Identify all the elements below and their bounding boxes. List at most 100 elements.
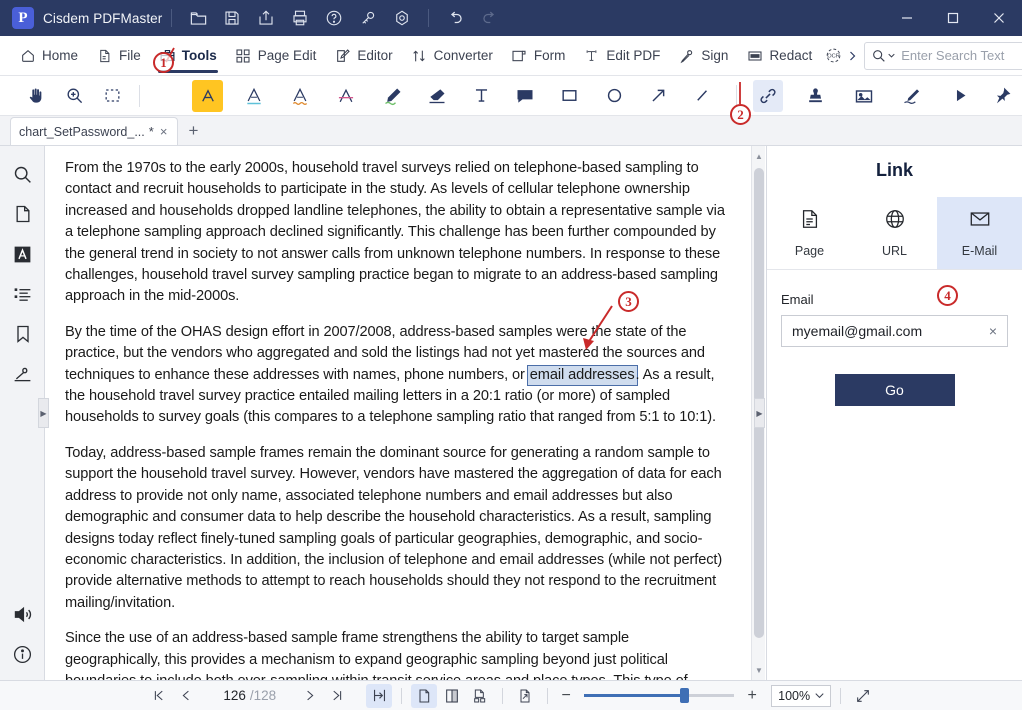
note-comment-tool[interactable] bbox=[510, 80, 540, 112]
signature-tool[interactable] bbox=[897, 80, 927, 112]
hand-tool[interactable] bbox=[21, 80, 51, 112]
search-dropdown-icon[interactable] bbox=[871, 48, 895, 64]
zoom-in-button[interactable]: + bbox=[743, 687, 761, 705]
pin-tool[interactable] bbox=[988, 80, 1018, 112]
ellipse-tool[interactable] bbox=[599, 80, 629, 112]
select-area-tool[interactable] bbox=[97, 80, 127, 112]
document-viewer[interactable]: From the 1970s to the early 2000s, house… bbox=[45, 146, 765, 680]
menu-item-redact[interactable]: Redact bbox=[737, 36, 821, 76]
go-button[interactable]: Go bbox=[834, 374, 955, 406]
link-type-page[interactable]: Page bbox=[767, 197, 852, 269]
menu-item-form[interactable]: Form bbox=[502, 36, 575, 76]
settings-icon[interactable] bbox=[387, 3, 417, 33]
scroll-down-icon[interactable]: ▼ bbox=[752, 662, 766, 678]
continuous-scroll-button[interactable] bbox=[467, 684, 493, 708]
link-type-label: Page bbox=[794, 244, 825, 258]
thumbnails-panel-icon[interactable] bbox=[0, 194, 45, 234]
next-page-button[interactable] bbox=[296, 684, 322, 708]
minimize-button[interactable] bbox=[884, 0, 930, 36]
link-type-label: E-Mail bbox=[961, 244, 998, 258]
two-page-view-button[interactable] bbox=[439, 684, 465, 708]
menu-item-converter[interactable]: Converter bbox=[402, 36, 502, 76]
first-page-button[interactable] bbox=[146, 684, 172, 708]
zoom-knob[interactable] bbox=[680, 688, 690, 703]
pdf-page: From the 1970s to the early 2000s, house… bbox=[45, 146, 750, 680]
fullscreen-button[interactable] bbox=[850, 684, 876, 708]
close-button[interactable] bbox=[976, 0, 1022, 36]
zoom-level-select[interactable]: 100% bbox=[771, 684, 832, 707]
text-box-tool[interactable] bbox=[466, 80, 496, 112]
help-icon[interactable] bbox=[319, 3, 349, 33]
collapse-right-panel-handle[interactable]: ▶ bbox=[754, 398, 765, 428]
text-panel-icon[interactable] bbox=[0, 234, 45, 274]
signature-panel-icon[interactable] bbox=[0, 354, 45, 394]
read-aloud-icon[interactable] bbox=[0, 594, 45, 634]
expand-left-panel-handle[interactable]: ▶ bbox=[38, 398, 49, 428]
divider bbox=[547, 687, 549, 704]
previous-page-button[interactable] bbox=[174, 684, 200, 708]
menu-item-home[interactable]: Home bbox=[10, 36, 87, 76]
fit-page-button[interactable] bbox=[366, 683, 393, 708]
link-tool[interactable] bbox=[752, 79, 783, 112]
play-media-tool[interactable] bbox=[946, 80, 976, 112]
highlight-text-tool[interactable] bbox=[192, 79, 223, 112]
close-icon[interactable]: × bbox=[158, 124, 170, 139]
menu-item-sign[interactable]: Sign bbox=[669, 36, 737, 76]
rotate-view-button[interactable] bbox=[512, 684, 538, 708]
single-page-view-button[interactable] bbox=[411, 683, 438, 708]
zoom-out-button[interactable]: − bbox=[557, 687, 575, 705]
file-icon bbox=[96, 47, 113, 64]
save-icon[interactable] bbox=[217, 3, 247, 33]
document-tab[interactable]: chart_SetPassword_... * × bbox=[10, 117, 179, 145]
signature-pen-icon bbox=[678, 47, 695, 64]
left-sidebar-bottom bbox=[0, 594, 45, 674]
document-tab-label: chart_SetPassword_... bbox=[19, 124, 145, 139]
menu-item-page-edit[interactable]: Page Edit bbox=[226, 36, 326, 76]
pencil-tool[interactable] bbox=[378, 80, 408, 112]
share-icon[interactable] bbox=[251, 3, 281, 33]
info-icon[interactable] bbox=[0, 634, 45, 674]
new-tab-button[interactable]: + bbox=[178, 117, 208, 145]
print-icon[interactable] bbox=[285, 3, 315, 33]
menu-overflow-chevron-right-icon[interactable] bbox=[846, 36, 858, 76]
scroll-up-icon[interactable]: ▲ bbox=[752, 148, 766, 164]
outline-panel-icon[interactable] bbox=[0, 274, 45, 314]
divider bbox=[171, 9, 173, 27]
key-icon[interactable] bbox=[353, 3, 383, 33]
bookmark-panel-icon[interactable] bbox=[0, 314, 45, 354]
search-box[interactable] bbox=[864, 41, 1022, 70]
link-type-url[interactable]: URL bbox=[852, 197, 937, 269]
email-field-wrapper[interactable]: × bbox=[781, 315, 1008, 347]
zoom-slider[interactable] bbox=[584, 688, 735, 704]
line-tool[interactable] bbox=[687, 80, 717, 112]
rectangle-tool[interactable] bbox=[555, 80, 585, 112]
image-tool[interactable] bbox=[849, 80, 879, 112]
annotation-marker-1: 1 bbox=[153, 52, 174, 73]
menu-item-ocr[interactable]: OCR bbox=[821, 36, 846, 76]
underline-text-tool[interactable] bbox=[239, 80, 269, 112]
undo-icon[interactable] bbox=[440, 3, 470, 33]
link-selection-box[interactable]: email addresses bbox=[526, 364, 638, 386]
clear-icon[interactable]: × bbox=[987, 323, 999, 339]
last-page-button[interactable] bbox=[324, 684, 350, 708]
current-page-input[interactable]: 126 bbox=[216, 688, 246, 703]
open-folder-icon[interactable] bbox=[183, 3, 213, 33]
arrow-tool[interactable] bbox=[643, 80, 673, 112]
menu-item-file[interactable]: File bbox=[87, 36, 150, 76]
window-controls bbox=[884, 0, 1022, 36]
menu-item-editor[interactable]: Editor bbox=[325, 36, 401, 76]
link-type-email[interactable]: E-Mail bbox=[937, 197, 1022, 269]
email-field[interactable] bbox=[790, 322, 987, 340]
maximize-button[interactable] bbox=[930, 0, 976, 36]
zoom-tool[interactable] bbox=[59, 80, 89, 112]
squiggly-underline-tool[interactable] bbox=[285, 80, 315, 112]
redo-icon[interactable] bbox=[474, 3, 504, 33]
menu-label: File bbox=[119, 48, 141, 63]
search-panel-icon[interactable] bbox=[0, 154, 45, 194]
strikethrough-text-tool[interactable] bbox=[331, 80, 361, 112]
divider bbox=[840, 687, 842, 704]
stamp-tool[interactable] bbox=[801, 80, 831, 112]
menu-item-edit-pdf[interactable]: Edit PDF bbox=[574, 36, 669, 76]
eraser-tool[interactable] bbox=[422, 80, 452, 112]
search-input[interactable] bbox=[899, 47, 1022, 64]
